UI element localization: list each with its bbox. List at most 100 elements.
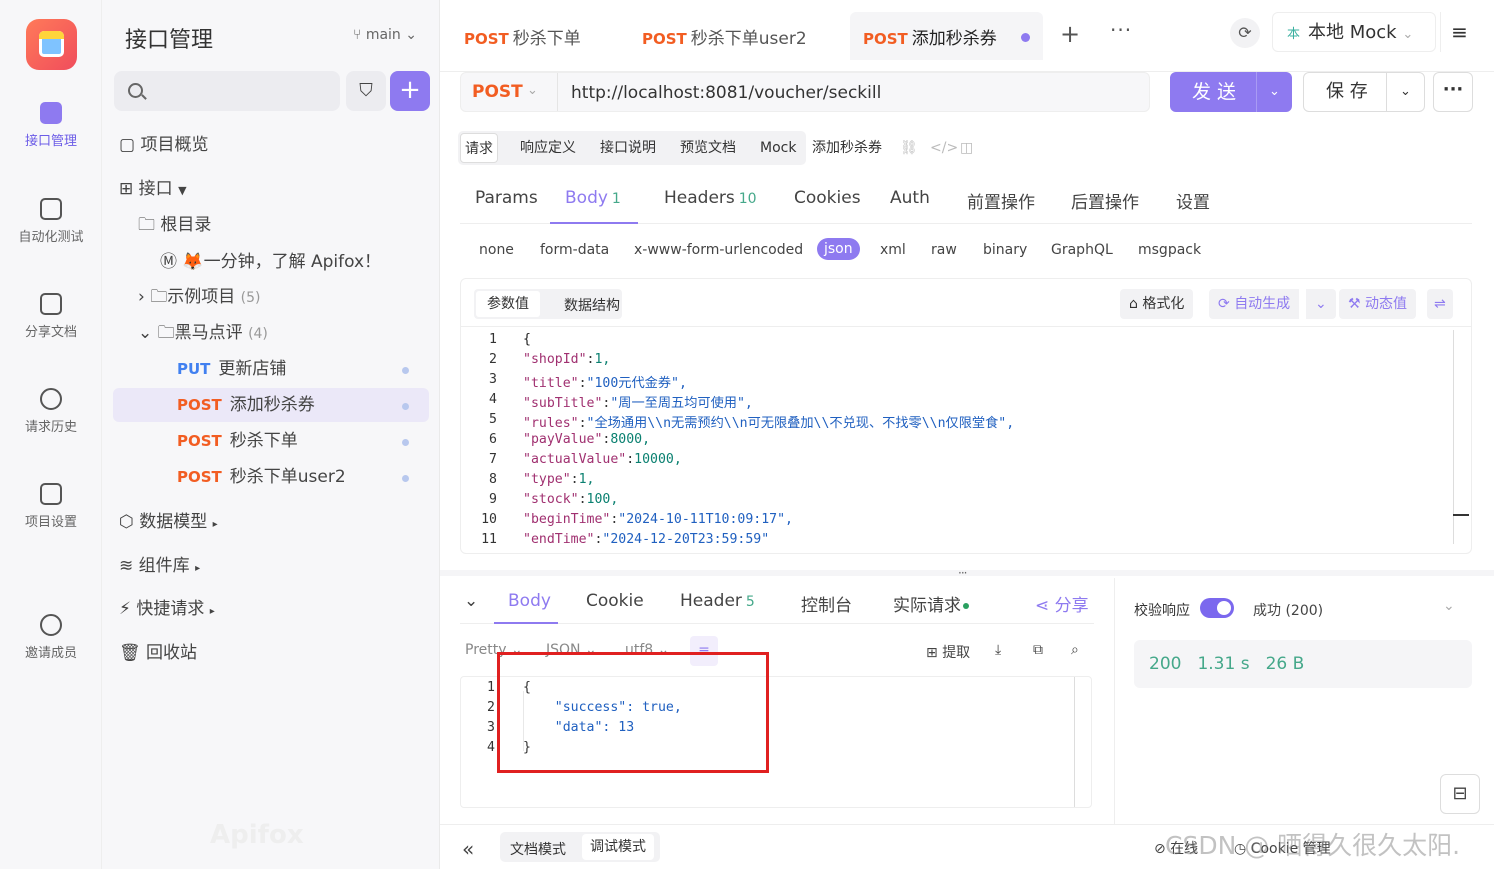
filter-button[interactable]: ⛉	[346, 71, 386, 111]
method-select[interactable]: POST	[472, 82, 523, 102]
collapse-response-icon[interactable]: ⌄	[464, 591, 478, 611]
doc-mode-option[interactable]: 文档模式	[510, 839, 566, 859]
new-tab-button[interactable]: +	[1060, 20, 1080, 48]
resp-tab-cookie[interactable]: Cookie	[586, 591, 644, 611]
nav-history[interactable]: 请求历史	[0, 388, 102, 435]
extract-icon: ⊞	[926, 645, 943, 661]
body-type-json[interactable]: json	[817, 238, 860, 260]
mode-values[interactable]: 参数值	[476, 291, 540, 317]
tree-item-trash[interactable]: 🗑 回收站	[119, 636, 197, 670]
subtab-response-def[interactable]: 响应定义	[516, 133, 580, 163]
nav-share-docs[interactable]: 分享文档	[0, 293, 102, 340]
tab-headers[interactable]: Headers 10	[664, 188, 757, 208]
tab-cookies[interactable]: Cookies	[794, 188, 861, 208]
nav-project-settings[interactable]: 项目设置	[0, 483, 102, 530]
tree-endpoint-selected[interactable]: POST 添加秒杀券	[113, 388, 429, 422]
tab-request-active[interactable]: POST 添加秒杀券	[863, 24, 997, 49]
layout-toggle-button[interactable]: ⊟	[1440, 774, 1480, 814]
add-button[interactable]: +	[390, 71, 430, 111]
mode-schema[interactable]: 数据结构	[564, 295, 620, 315]
tree-item-intro[interactable]: Ⓜ 🦊一分钟，了解 Apifox！	[160, 245, 381, 279]
extract-button[interactable]: ⊞ 提取	[926, 642, 970, 662]
status-dot	[963, 603, 969, 609]
collapse-sidebar-icon[interactable]: «	[462, 837, 474, 861]
subtab-request[interactable]: 请求	[460, 133, 498, 163]
apifox-window: 接口管理 自动化测试 分享文档 请求历史 项目设置 邀请成员 接口管理 ⑂ ma…	[0, 0, 1494, 869]
wrap-button[interactable]: ⇌	[1427, 289, 1453, 319]
tabs-more-button[interactable]: ···	[1110, 18, 1132, 42]
panel-icon[interactable]: ◫	[956, 133, 977, 163]
editor-toolbar: 参数值 数据结构 ⌂ 格式化 ⟳ 自动生成 ⌄ ⚒ 动态值 ⇌	[461, 279, 1471, 327]
editor-scrollbar[interactable]	[1453, 330, 1469, 544]
code-area[interactable]: 1{ 2 "shopId":1, 3 "title":"100元代金券", 4 "su…	[461, 329, 1451, 551]
body-type-urlencoded[interactable]: x-www-form-urlencoded	[634, 242, 803, 258]
tab-params[interactable]: Params	[475, 188, 538, 208]
tree-item-examples[interactable]: › 🗀示例项目 (5)	[138, 280, 260, 314]
tab-request[interactable]: POST 秒杀下单	[464, 24, 581, 49]
tree-item-folder[interactable]: ⌄ 🗀黑马点评 (4)	[138, 316, 268, 350]
body-type-xml[interactable]: xml	[880, 242, 906, 258]
response-scrollbar[interactable]	[1074, 677, 1075, 807]
format-button[interactable]: ⌂ 格式化	[1120, 289, 1194, 319]
refresh-button[interactable]: ⟳	[1230, 18, 1260, 48]
copy-icon[interactable]: ⧉	[1033, 642, 1043, 658]
subtab-preview-doc[interactable]: 预览文档	[676, 133, 740, 163]
save-button[interactable]: 保 存 ⌄	[1303, 72, 1425, 112]
menu-button[interactable]: ≡	[1440, 12, 1478, 52]
tab-auth[interactable]: Auth	[890, 188, 930, 208]
tree-item-quick-request[interactable]: ⚡ 快捷请求 ▸	[119, 592, 215, 626]
tree-endpoint[interactable]: POST 秒杀下单user2	[113, 460, 429, 494]
body-type-none[interactable]: none	[479, 242, 514, 258]
auto-generate-button[interactable]: ⟳ 自动生成	[1209, 289, 1300, 319]
nav-automation-test[interactable]: 自动化测试	[0, 198, 102, 245]
format-icon: ⌂	[1129, 296, 1143, 312]
environment-selector[interactable]: 本本地 Mock ⌄	[1272, 12, 1436, 52]
branch-selector[interactable]: ⑂ main ⌄	[353, 27, 417, 43]
more-actions-button[interactable]: ···	[1433, 72, 1473, 112]
tree-item-components[interactable]: ≋ 组件库 ▸	[119, 549, 200, 583]
tree-item-root[interactable]: 🗀 根目录	[138, 208, 211, 242]
search-icon[interactable]: ⌕	[1071, 642, 1079, 658]
tree-item-overview[interactable]: ▢ 项目概览	[119, 128, 208, 162]
subtab-mock[interactable]: Mock	[756, 133, 800, 163]
tab-request[interactable]: POST 秒杀下单user2	[642, 24, 807, 49]
resp-tab-header[interactable]: Header 5	[680, 591, 755, 611]
resp-tab-body[interactable]: Body	[508, 591, 551, 611]
tree-search-input[interactable]	[114, 71, 340, 111]
url-input[interactable]: http://localhost:8081/voucher/seckill	[571, 83, 881, 103]
tree-endpoint[interactable]: POST 秒杀下单	[113, 424, 429, 458]
tab-pre-actions[interactable]: 前置操作	[967, 188, 1035, 213]
chevron-down-icon[interactable]: ⌄	[1386, 73, 1424, 111]
chevron-down-icon[interactable]: ⌄	[1443, 598, 1455, 614]
panel-divider[interactable]	[440, 570, 1494, 576]
response-size: 26 B	[1265, 654, 1305, 674]
download-icon[interactable]: ⤓	[995, 642, 1001, 658]
tree-endpoint[interactable]: PUT 更新店铺	[113, 352, 429, 386]
chevron-down-icon[interactable]: ⌄	[1256, 72, 1292, 112]
link-icon[interactable]: ⛓	[896, 133, 922, 163]
tree-item-apis[interactable]: ⊞ 接口 ▼	[119, 172, 187, 206]
api-tree-panel: 接口管理 ⑂ main ⌄ ⛉ + ▢ 项目概览 ⊞ 接口 ▼ 🗀 根目录 Ⓜ …	[102, 0, 440, 869]
tab-body[interactable]: Body 1	[565, 188, 621, 208]
body-type-binary[interactable]: binary	[983, 242, 1027, 258]
subtab-description[interactable]: 接口说明	[596, 133, 660, 163]
code-line: "payValue":8000,	[523, 432, 651, 447]
resp-tab-console[interactable]: 控制台	[801, 591, 852, 616]
body-type-form-data[interactable]: form-data	[540, 242, 609, 258]
debug-mode-option[interactable]: 调试模式	[582, 834, 654, 860]
nav-invite-members[interactable]: 邀请成员	[0, 614, 102, 661]
share-button[interactable]: ⋖ 分享	[1035, 591, 1089, 616]
body-type-msgpack[interactable]: msgpack	[1138, 242, 1201, 258]
validate-toggle[interactable]	[1200, 598, 1234, 618]
body-type-raw[interactable]: raw	[931, 242, 957, 258]
resp-tab-actual-request[interactable]: 实际请求	[893, 591, 969, 616]
tree-item-schemas[interactable]: ⬡ 数据模型 ▸	[119, 505, 218, 539]
tab-settings[interactable]: 设置	[1176, 188, 1210, 213]
body-type-graphql[interactable]: GraphQL	[1051, 242, 1113, 258]
send-button[interactable]: 发 送 ⌄	[1170, 72, 1292, 112]
dynamic-value-button[interactable]: ⚒ 动态值	[1339, 289, 1417, 319]
code-line: "title":"100元代金券",	[523, 376, 687, 391]
nav-api-management[interactable]: 接口管理	[0, 102, 102, 149]
tab-post-actions[interactable]: 后置操作	[1071, 188, 1139, 213]
auto-generate-dropdown[interactable]: ⌄	[1306, 289, 1336, 319]
